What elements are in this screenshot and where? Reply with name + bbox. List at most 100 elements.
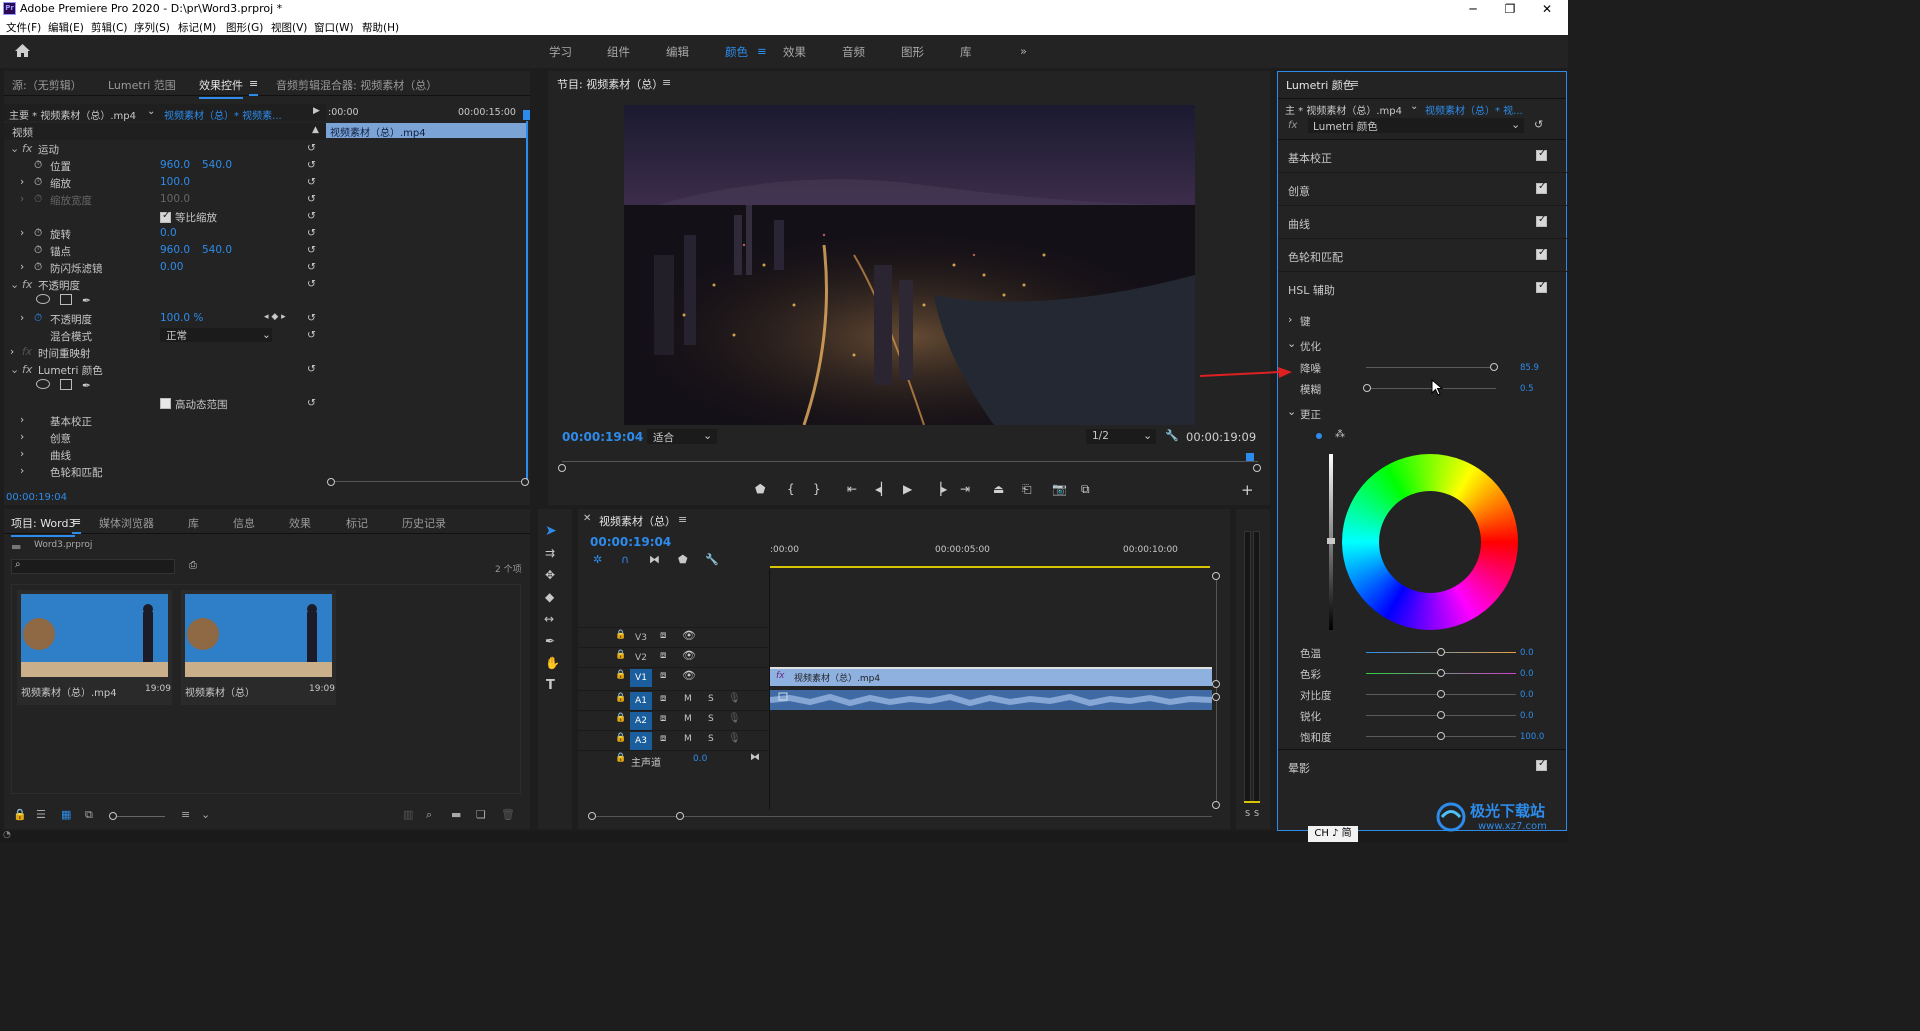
workspace-editing[interactable]: 编辑 [666, 44, 689, 60]
section-hsl-secondary[interactable]: HSL 辅助 [1278, 272, 1568, 305]
reset-icon[interactable]: ↺ [307, 159, 316, 171]
panel-menu-icon[interactable]: ≡ [662, 76, 671, 89]
chevron-right-icon[interactable]: › [20, 227, 24, 239]
position-row[interactable]: ⏱ 位置 960.0 540.0 ↺ [4, 157, 326, 174]
sub-wheels-row[interactable]: › 色轮和匹配 [4, 463, 326, 480]
solo-button[interactable]: S [708, 714, 714, 724]
lock-icon[interactable]: 🔒 [615, 733, 626, 743]
hdr-checkbox[interactable] [160, 398, 171, 409]
play-arrow-icon[interactable]: ▶ [313, 106, 320, 116]
workspace-graphics[interactable]: 图形 [901, 44, 924, 60]
tab-info[interactable]: 信息 [233, 515, 255, 531]
tint-slider-handle[interactable] [1437, 669, 1445, 677]
timeline-vscroll-mid2[interactable] [1212, 693, 1220, 701]
time-remap-row[interactable]: › fx 时间重映射 [4, 344, 326, 361]
opacity-group-row[interactable]: ⌄ fx 不透明度 ↺ [4, 276, 326, 293]
keyframe-nav-icon[interactable]: ◂ ◆ ▸ [264, 312, 286, 322]
extract-icon[interactable]: ⎗ [1022, 482, 1032, 497]
blur-value[interactable]: 0.5 [1520, 384, 1534, 394]
reset-icon[interactable]: ↺ [307, 397, 316, 409]
mic-icon[interactable]: 🎙 [728, 713, 741, 724]
workspace-libraries[interactable]: 库 [960, 44, 972, 60]
tab-project[interactable]: 项目: Word3 [11, 515, 76, 537]
anti-flicker-value[interactable]: 0.00 [160, 261, 183, 273]
anchor-row[interactable]: ⏱ 锚点 960.0 540.0 ↺ [4, 242, 326, 259]
chevron-right-icon[interactable]: › [20, 465, 24, 477]
contrast-slider-handle[interactable] [1437, 690, 1445, 698]
workspace-menu-icon[interactable]: ≡ [757, 44, 767, 58]
close-tab-icon[interactable]: ✕ [583, 513, 591, 524]
correction-label[interactable]: 更正 [1300, 407, 1321, 422]
section-vignette[interactable]: 晕影 [1278, 750, 1568, 783]
timeline-hscroll-right[interactable] [676, 812, 684, 820]
refine-label[interactable]: 优化 [1300, 339, 1321, 354]
chevron-right-icon[interactable]: › [20, 414, 24, 426]
minimize-button[interactable]: ─ [1453, 0, 1493, 18]
solo-button[interactable]: S [708, 734, 714, 744]
icon-view-icon[interactable]: ▦ [61, 808, 71, 821]
rectangle-mask-icon[interactable] [60, 294, 72, 305]
zoom-slider-handle[interactable] [109, 812, 117, 820]
timeline-settings-icon[interactable]: 🔧 [705, 553, 719, 566]
stopwatch-icon[interactable]: ⏱ [34, 261, 42, 274]
tab-history[interactable]: 历史记录 [402, 515, 446, 531]
opacity-value[interactable]: 100.0 % [160, 312, 203, 324]
lock-icon[interactable]: 🔒 [615, 630, 626, 640]
panel-menu-icon[interactable]: ≡ [1350, 77, 1359, 90]
motion-row[interactable]: ⌄ fx 运动 ↺ [4, 140, 326, 157]
lumetri-master-clip[interactable]: 主 * 视频素材（总）.mp4 [1285, 102, 1402, 117]
tab-audio-mixer[interactable]: 音频剪辑混合器: 视频素材（总） [276, 77, 437, 93]
eye-icon[interactable]: 👁 [682, 629, 696, 642]
effect-timecode[interactable]: 00:00:19:04 [6, 492, 67, 503]
timeline-ruler[interactable]: :00:00 00:00:05:00 00:00:10:00 [770, 545, 1210, 569]
trash-icon[interactable]: 🗑 [501, 808, 515, 821]
compare-icon[interactable]: ⧉ [1081, 482, 1090, 497]
chevron-down-icon[interactable]: ⌄ [1287, 405, 1296, 418]
sync-lock-icon[interactable]: ⧈ [660, 630, 666, 641]
chevron-right-icon[interactable]: › [20, 312, 24, 324]
uniform-scale-row[interactable]: 等比缩放 ↺ [4, 208, 326, 225]
timeline-hscroll[interactable] [592, 816, 1212, 817]
eye-icon[interactable]: 👁 [682, 669, 696, 682]
section-enable-checkbox[interactable] [1536, 280, 1547, 293]
saturation-slider-handle[interactable] [1437, 732, 1445, 740]
menu-marker[interactable]: 标记(M) [178, 20, 216, 35]
workspace-audio[interactable]: 音频 [842, 44, 865, 60]
add-marker-icon[interactable]: ⬟ [678, 553, 688, 566]
sync-lock-icon[interactable]: ⧈ [660, 713, 666, 724]
timeline-timecode[interactable]: 00:00:19:04 [590, 535, 671, 549]
timeline-title[interactable]: 视频素材（总） [599, 513, 676, 529]
mute-button[interactable]: M [684, 714, 692, 724]
scale-row[interactable]: › ⏱ 缩放 100.0 ↺ [4, 174, 326, 191]
tab-menu-icon[interactable]: ≡ [72, 515, 82, 534]
workspace-assembly[interactable]: 组件 [607, 44, 630, 60]
chevron-down-icon[interactable]: ⌄ [201, 808, 210, 821]
saturation-value[interactable]: 100.0 [1520, 732, 1544, 742]
add-marker-icon[interactable]: ⬟ [755, 482, 765, 496]
new-bin-icon[interactable]: ▬ [451, 808, 461, 821]
snap-icon[interactable]: ∩ [621, 553, 629, 566]
step-forward-icon[interactable]: ▕▸ [932, 482, 947, 496]
menu-file[interactable]: 文件(F) [6, 20, 41, 35]
timeline-vscroll-top[interactable] [1212, 572, 1220, 580]
section-color-wheels[interactable]: 色轮和匹配 [1278, 239, 1568, 272]
effect-scroll-handle[interactable] [327, 478, 335, 486]
mark-out-icon[interactable]: } [813, 482, 821, 496]
zoom-handle-left[interactable] [558, 464, 566, 472]
panel-menu-icon[interactable]: ≡ [678, 513, 687, 526]
lumetri-title[interactable]: Lumetri 颜色 [1286, 77, 1354, 93]
lock-icon[interactable]: 🔒 [615, 670, 626, 680]
color-wheel[interactable] [1342, 454, 1518, 630]
project-search-input[interactable]: ⌕ [11, 559, 175, 574]
list-view-icon[interactable]: ☰ [36, 808, 46, 821]
opacity-row[interactable]: › ⏱ 不透明度 100.0 % ◂ ◆ ▸ ↺ [4, 310, 326, 327]
tint-value[interactable]: 0.0 [1520, 669, 1534, 679]
pen-mask-icon[interactable]: ✒ [82, 295, 91, 307]
menu-window[interactable]: 窗口(W) [314, 20, 354, 35]
scale-value[interactable]: 100.0 [160, 176, 190, 188]
contrast-value[interactable]: 0.0 [1520, 690, 1534, 700]
reset-icon[interactable]: ↺ [307, 278, 316, 290]
chevron-down-icon[interactable]: ⌄ [1287, 337, 1296, 350]
ime-indicator[interactable]: CH ♪ 简 [1308, 826, 1358, 842]
section-enable-checkbox[interactable] [1536, 247, 1547, 260]
